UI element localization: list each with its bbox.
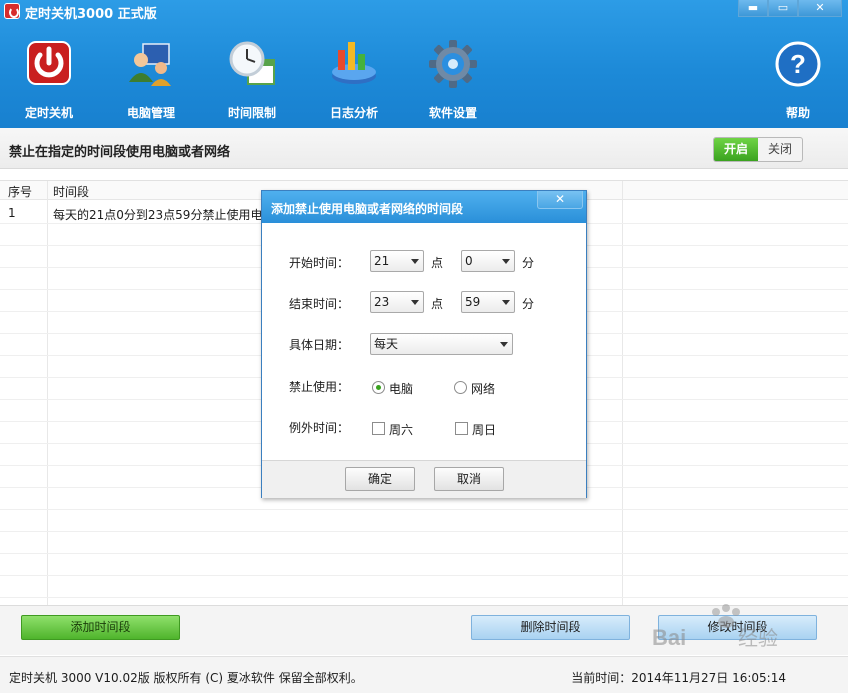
app-power-icon <box>4 3 20 19</box>
chevron-down-icon <box>502 259 510 264</box>
close-button[interactable]: ✕ <box>798 0 842 17</box>
baidu-watermark-logo: Bai 经验 <box>650 600 800 670</box>
add-period-dialog: 添加禁止使用电脑或者网络的时间段 ✕ 开始时间： 21 点 0 分 结束时间： … <box>261 190 587 498</box>
empty-row <box>0 576 848 598</box>
cancel-button[interactable]: 取消 <box>434 467 504 491</box>
sunday-checkbox[interactable] <box>455 422 468 435</box>
enable-toggle[interactable]: 开启 关闭 <box>713 137 803 162</box>
ban-label: 禁止使用： <box>289 380 350 394</box>
toolbar-label: 日志分析 <box>329 106 378 120</box>
toggle-on-button[interactable]: 开启 <box>714 138 758 161</box>
chart-icon <box>328 38 380 90</box>
minute-unit: 分 <box>522 297 535 311</box>
ban-network-radio[interactable] <box>454 381 467 394</box>
title-bar: 定时关机3000 正式版 ▬ ▭ ✕ <box>0 0 848 22</box>
toolbar-label: 帮助 <box>785 106 810 120</box>
row-period: 每天的21点0分到23点59分禁止使用电脑 <box>53 208 263 222</box>
toolbar-timed-shutdown[interactable]: 定时关机 <box>4 38 94 121</box>
empty-row <box>0 554 848 576</box>
copyright-text: 定时关机 3000 V10.02版 版权所有 (C) 夏冰软件 保留全部权利。 <box>9 671 363 685</box>
toolbar-help[interactable]: ? 帮助 <box>753 38 843 121</box>
svg-text:经验: 经验 <box>738 627 778 650</box>
minimize-button[interactable]: ▬ <box>738 0 768 17</box>
column-header-period[interactable]: 时间段 <box>53 183 89 200</box>
toolbar-time-limit[interactable]: 时间限制 <box>207 38 297 121</box>
saturday-label[interactable]: 周六 <box>389 421 413 438</box>
toolbar-log-analysis[interactable]: 日志分析 <box>309 38 399 121</box>
dialog-title: 添加禁止使用电脑或者网络的时间段 <box>271 202 464 216</box>
chevron-down-icon <box>411 259 419 264</box>
date-value: 每天 <box>374 337 399 351</box>
toolbar-settings[interactable]: 软件设置 <box>408 38 498 121</box>
toolbar-label: 电脑管理 <box>126 106 175 120</box>
exception-label: 例外时间： <box>289 421 350 435</box>
sunday-label[interactable]: 周日 <box>472 421 496 438</box>
chevron-down-icon <box>500 342 508 347</box>
dialog-title-bar: 添加禁止使用电脑或者网络的时间段 ✕ <box>262 191 586 223</box>
header-band: 定时关机3000 正式版 ▬ ▭ ✕ 定时关机 电脑管理 时间限制 日志分析 软… <box>0 0 848 128</box>
end-minute-select[interactable]: 59 <box>461 291 515 313</box>
computer-manage-icon <box>125 38 177 90</box>
end-hour-value: 23 <box>374 295 390 309</box>
end-hour-select[interactable]: 23 <box>370 291 424 313</box>
empty-row <box>0 532 848 554</box>
column-header-index[interactable]: 序号 <box>8 183 32 200</box>
start-hour-value: 21 <box>374 254 390 268</box>
toggle-off-button[interactable]: 关闭 <box>758 138 802 161</box>
saturday-checkbox[interactable] <box>372 422 385 435</box>
help-icon: ? <box>772 38 824 90</box>
hour-unit: 点 <box>431 256 444 270</box>
date-label: 具体日期： <box>289 338 350 352</box>
hour-unit: 点 <box>431 297 444 311</box>
empty-row <box>0 510 848 532</box>
minute-unit: 分 <box>522 256 535 270</box>
window-title: 定时关机3000 正式版 <box>25 7 157 22</box>
toolbar-label: 时间限制 <box>227 106 276 120</box>
clock-calendar-icon <box>226 38 278 90</box>
section-title: 禁止在指定的时间段使用电脑或者网络 <box>9 145 231 160</box>
start-time-label: 开始时间： <box>289 256 350 270</box>
start-hour-select[interactable]: 21 <box>370 250 424 272</box>
power-icon <box>23 38 75 90</box>
svg-text:?: ? <box>790 49 806 79</box>
gear-icon <box>427 38 479 90</box>
chevron-down-icon <box>411 300 419 305</box>
ban-network-label[interactable]: 网络 <box>471 380 495 397</box>
row-index: 1 <box>8 206 16 220</box>
ok-button[interactable]: 确定 <box>345 467 415 491</box>
ban-computer-label[interactable]: 电脑 <box>389 380 413 397</box>
date-select[interactable]: 每天 <box>370 333 513 355</box>
end-time-label: 结束时间： <box>289 297 350 311</box>
toolbar-label: 软件设置 <box>428 106 477 120</box>
end-minute-value: 59 <box>465 295 481 309</box>
delete-period-button[interactable]: 删除时间段 <box>471 615 630 640</box>
chevron-down-icon <box>502 300 510 305</box>
start-minute-value: 0 <box>465 254 473 268</box>
current-time: 当前时间：2014年11月27日 16:05:14 <box>571 671 786 685</box>
window-controls: ▬ ▭ ✕ <box>738 0 842 17</box>
ban-computer-radio[interactable] <box>372 381 385 394</box>
dialog-close-button[interactable]: ✕ <box>537 191 583 209</box>
maximize-button[interactable]: ▭ <box>768 0 798 17</box>
dialog-footer <box>262 460 586 498</box>
toolbar-label: 定时关机 <box>24 106 73 120</box>
add-period-button[interactable]: 添加时间段 <box>21 615 180 640</box>
svg-text:Bai: Bai <box>652 625 686 650</box>
start-minute-select[interactable]: 0 <box>461 250 515 272</box>
toolbar-computer-manage[interactable]: 电脑管理 <box>106 38 196 121</box>
